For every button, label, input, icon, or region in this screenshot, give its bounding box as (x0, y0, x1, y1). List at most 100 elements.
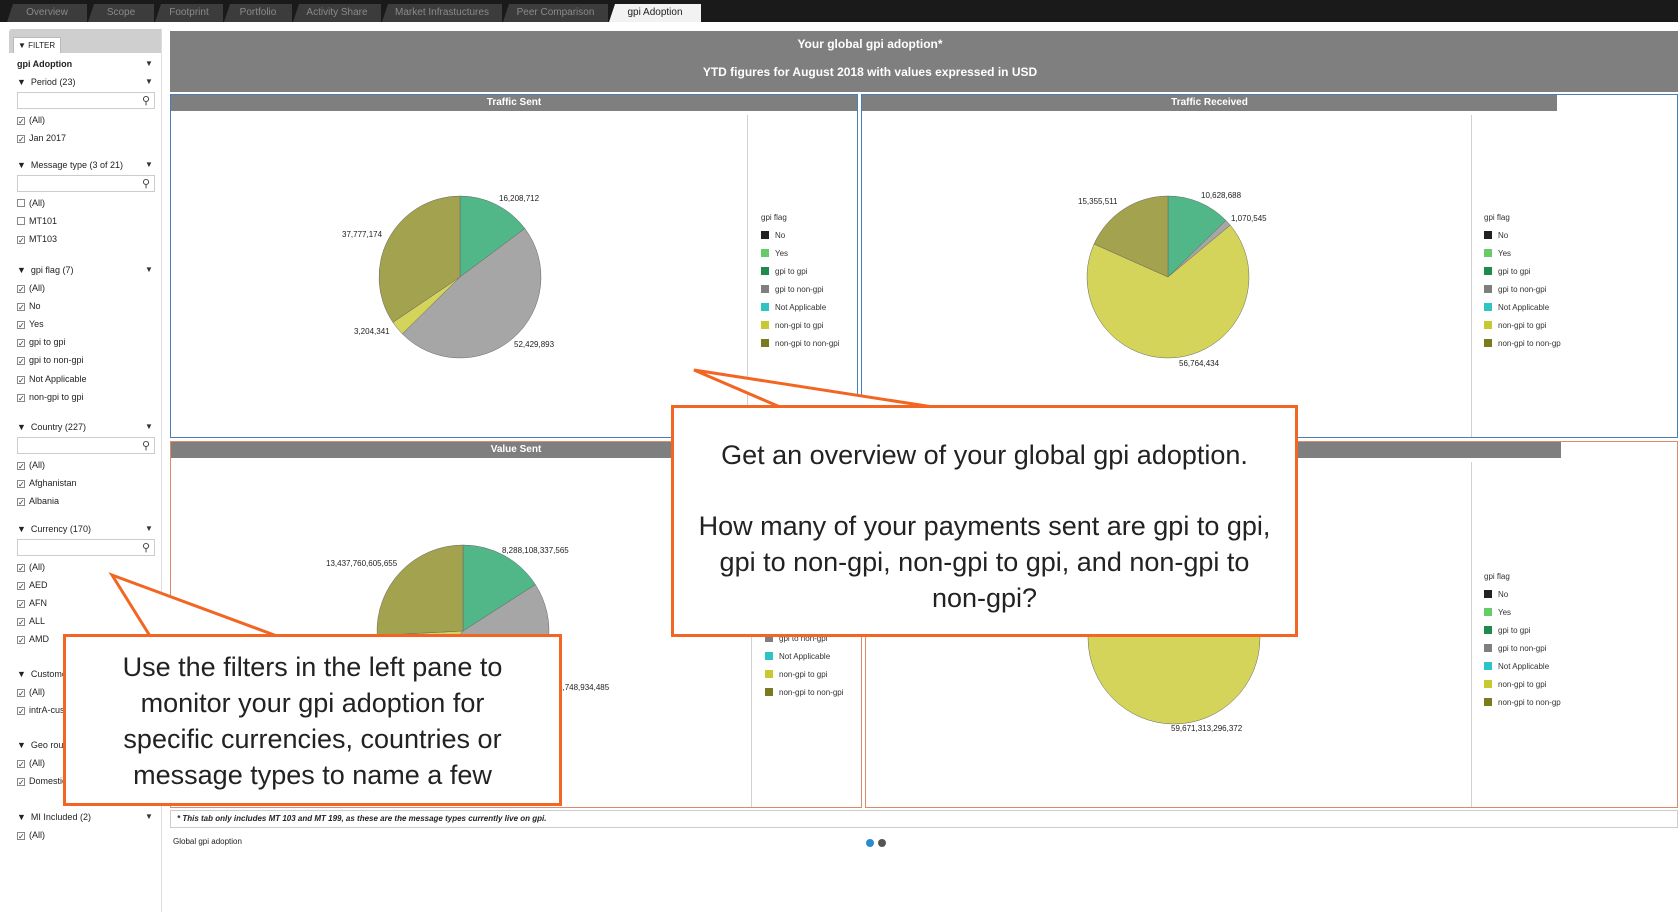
search-icon: ⚲ (141, 542, 150, 554)
legend-title: gpi flag (1484, 572, 1510, 581)
search-icon: ⚲ (141, 440, 150, 452)
legend-item[interactable]: No (1484, 231, 1561, 249)
legend-item[interactable]: Not Applicable (761, 303, 840, 321)
data-label: 16,208,712 (499, 194, 540, 203)
country-search-input[interactable]: ⚲ (17, 437, 155, 454)
traffic-sent-pie (378, 195, 542, 359)
footnote: * This tab only includes MT 103 and MT 1… (170, 810, 1678, 828)
callout-overview: Get an overview of your global gpi adopt… (671, 405, 1298, 637)
filter-tab[interactable]: ▼ FILTER (13, 37, 61, 53)
legend-item[interactable]: Not Applicable (765, 652, 844, 670)
gpi-flag-header[interactable]: ▼ gpi flag (7) (17, 264, 73, 276)
list-item[interactable]: ✓ (All) (17, 829, 45, 841)
currency-header[interactable]: ▼ Currency (170) (17, 523, 91, 535)
tab-overview[interactable]: Overview (7, 4, 87, 22)
legend-item[interactable]: gpi to gpi (1484, 626, 1561, 644)
legend-item[interactable]: non-gpi to gpi (1484, 680, 1561, 698)
legend-item[interactable]: non-gpi to gpi (765, 670, 844, 688)
search-icon: ⚲ (141, 95, 150, 107)
legend-item[interactable]: non-gpi to non-gpi (761, 339, 840, 357)
chevron-down-icon[interactable]: ▼ (145, 160, 153, 169)
data-label: 10,628,688 (1201, 191, 1242, 200)
tab-bar: Overview Scope Footprint Portfolio Activ… (0, 0, 1678, 22)
tab-peer-comparison[interactable]: Peer Comparison (503, 4, 608, 22)
legend-item[interactable]: gpi to non-gpi (1484, 644, 1561, 662)
mi-included-header[interactable]: ▼ MI Included (2) (17, 811, 91, 823)
list-item[interactable]: MT101 (17, 215, 57, 227)
legend: gpi flag No Yes gpi to gpi gpi to non-gp… (761, 213, 840, 357)
legend-item[interactable]: gpi to non-gpi (761, 285, 840, 303)
list-item[interactable]: ✓ No (17, 300, 41, 312)
chevron-down-icon[interactable]: ▼ (145, 77, 153, 86)
chevron-down-icon[interactable]: ▼ (145, 812, 153, 821)
list-item[interactable]: ✓ (All) (17, 114, 45, 126)
list-item[interactable]: ✓ non-gpi to gpi (17, 391, 84, 403)
currency-search-input[interactable]: ⚲ (17, 539, 155, 556)
list-item[interactable]: ✓ Domestic (17, 775, 67, 787)
list-item[interactable]: ✓ Afghanistan (17, 477, 77, 489)
list-item[interactable]: (All) (17, 197, 45, 209)
legend-item[interactable]: non-gpi to non-gp (1484, 698, 1561, 716)
legend-item[interactable]: Not Applicable (1484, 662, 1561, 680)
message-type-search-input[interactable]: ⚲ (17, 175, 155, 192)
list-item[interactable]: ✓ Jan 2017 (17, 132, 66, 144)
legend-item[interactable]: non-gpi to non-gpi (765, 688, 844, 706)
legend-item[interactable]: Yes (1484, 608, 1561, 626)
legend-item[interactable]: No (761, 231, 840, 249)
legend-item[interactable]: Yes (1484, 249, 1561, 267)
list-item[interactable]: ✓ (All) (17, 561, 45, 573)
data-label: 1,070,545 (1231, 214, 1267, 223)
callout-text: Get an overview of your global gpi adopt… (721, 440, 1248, 470)
legend-item[interactable]: gpi to gpi (761, 267, 840, 285)
chevron-down-icon[interactable]: ▼ (145, 59, 153, 68)
legend-item[interactable]: gpi to non-gpi (1484, 285, 1561, 303)
tab-activity-share[interactable]: Activity Share (293, 4, 381, 22)
page-dot[interactable] (878, 839, 886, 847)
callout-filters: Use the filters in the left pane to moni… (63, 634, 562, 806)
chevron-down-icon[interactable]: ▼ (145, 524, 153, 533)
data-label: 13,437,760,605,655 (326, 559, 398, 568)
list-item[interactable]: ✓ gpi to non-gpi (17, 354, 84, 366)
tab-footprint[interactable]: Footprint (155, 4, 223, 22)
filter-tab-label: FILTER (28, 41, 56, 50)
country-header[interactable]: ▼ Country (227) (17, 421, 86, 433)
period-header[interactable]: ▼ Period (23) (17, 76, 75, 88)
legend: gpi flag No Yes gpi to gpi gpi to non-gp… (1484, 213, 1561, 357)
list-item[interactable]: ✓ ALL (17, 615, 45, 627)
legend-item[interactable]: non-gpi to non-gp (1484, 339, 1561, 357)
list-item[interactable]: ✓ Albania (17, 495, 59, 507)
list-item[interactable]: ✓ Not Applicable (17, 373, 87, 385)
filter-icon: ▼ (18, 41, 26, 50)
legend: gpi to non-gpi Not Applicable non-gpi to… (765, 634, 844, 706)
legend-item[interactable]: Yes (761, 249, 840, 267)
list-item[interactable]: ✓ MT103 (17, 233, 57, 245)
tab-portfolio[interactable]: Portfolio (224, 4, 292, 22)
dashboard-header: Your global gpi adoption* YTD figures fo… (170, 31, 1678, 92)
list-item[interactable]: ✓ (All) (17, 459, 45, 471)
list-item[interactable]: ✓ AED (17, 579, 48, 591)
list-item[interactable]: ✓ Yes (17, 318, 44, 330)
filter-title: gpi Adoption (17, 59, 73, 69)
traffic-received-panel: Traffic Received 10,628,688 1,070,545 56… (861, 94, 1678, 438)
tab-scope[interactable]: Scope (88, 4, 154, 22)
period-search-input[interactable]: ⚲ (17, 92, 155, 109)
list-item[interactable]: ✓ (All) (17, 686, 45, 698)
tab-gpi-adoption[interactable]: gpi Adoption (609, 4, 701, 22)
tab-market-infrastructures[interactable]: Market Infrastuctures (382, 4, 502, 22)
message-type-header[interactable]: ▼ Message type (3 of 21) (17, 159, 123, 171)
list-item[interactable]: ✓ gpi to gpi (17, 336, 66, 348)
legend-item[interactable]: non-gpi to gpi (761, 321, 840, 339)
legend-item[interactable]: No (1484, 590, 1561, 608)
list-item[interactable]: ✓ AFN (17, 597, 47, 609)
chevron-down-icon[interactable]: ▼ (145, 265, 153, 274)
legend-item[interactable]: Not Applicable (1484, 303, 1561, 321)
list-item[interactable]: ✓ AMD (17, 633, 49, 645)
legend: gpi flag No Yes gpi to gpi gpi to non-gp… (1484, 572, 1561, 716)
legend-item[interactable]: gpi to gpi (1484, 267, 1561, 285)
chevron-down-icon[interactable]: ▼ (145, 422, 153, 431)
list-item[interactable]: ✓ (All) (17, 282, 45, 294)
list-item[interactable]: ✓ (All) (17, 757, 45, 769)
legend-item[interactable]: non-gpi to gpi (1484, 321, 1561, 339)
page-dot-active[interactable] (866, 839, 874, 847)
page-subtitle: YTD figures for August 2018 with values … (702, 65, 1038, 79)
